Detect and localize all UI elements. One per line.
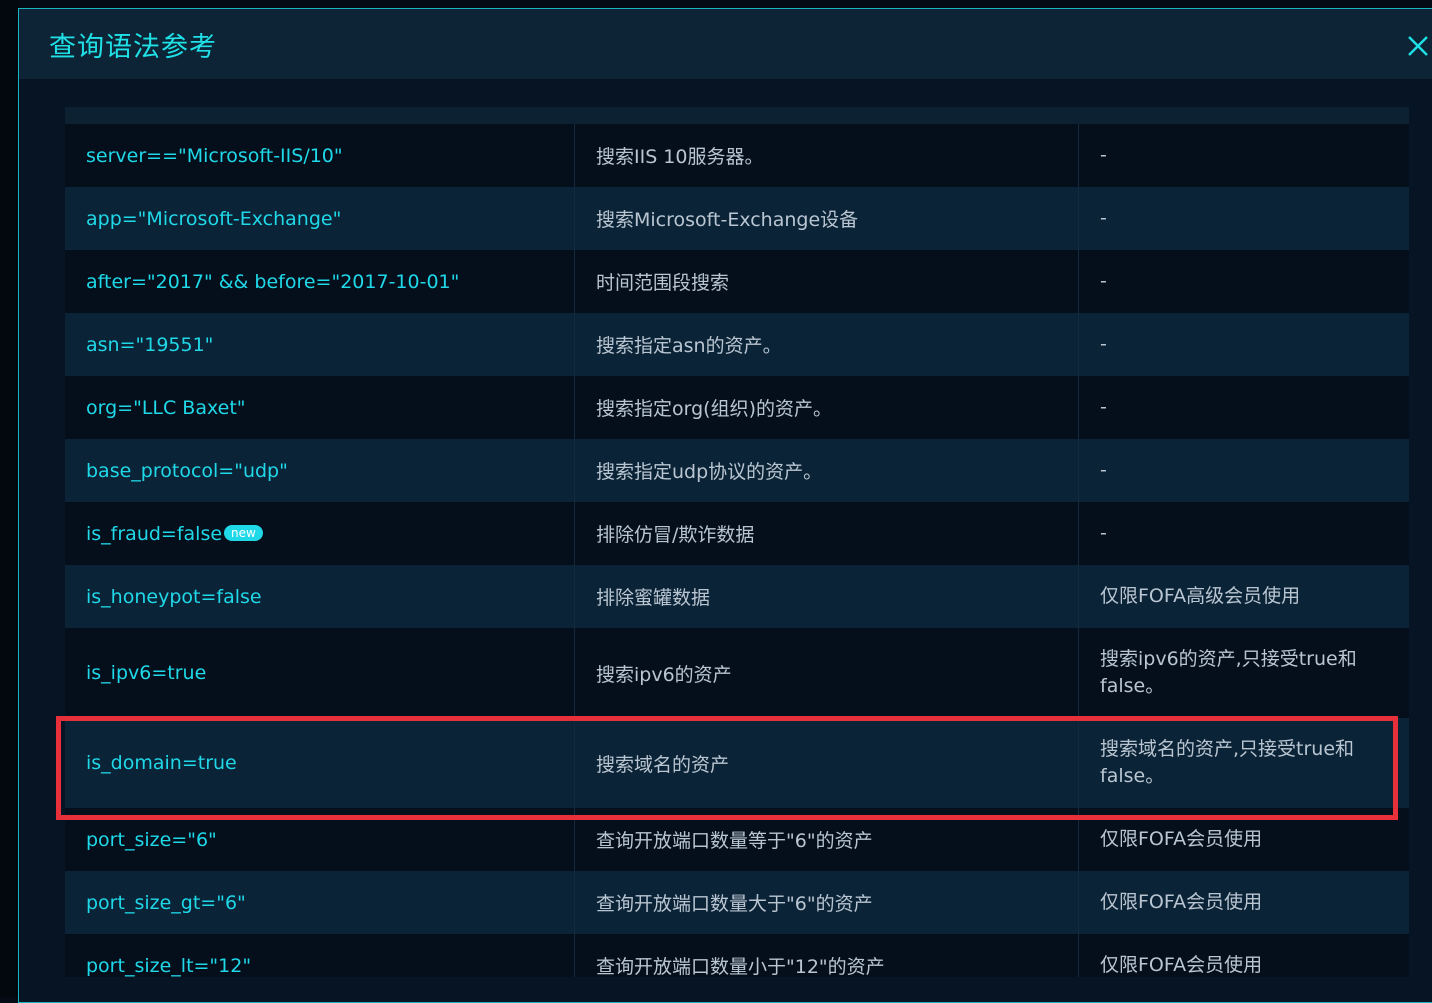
- table-row: is_ipv6=true 搜索ipv6的资产 搜索ipv6的资产,只接受true…: [65, 628, 1409, 718]
- description-cell: 排除仿冒/欺诈数据: [575, 502, 1079, 565]
- dialog-title: 查询语法参考: [49, 32, 217, 63]
- note-cell: 搜索ipv6的资产,只接受true和false。: [1100, 648, 1357, 697]
- table-row: app="Microsoft-Exchange" 搜索Microsoft-Exc…: [65, 187, 1409, 250]
- description-cell: 搜索IIS 10服务器。: [575, 124, 1079, 187]
- query-cell: is_ipv6=true: [65, 628, 575, 718]
- description-cell: 搜索域名的资产: [575, 718, 1079, 808]
- note-cell: -: [1100, 144, 1107, 166]
- table-row: is_domain=true 搜索域名的资产 搜索域名的资产,只接受true和f…: [65, 718, 1409, 808]
- query-text: is_honeypot=false: [86, 585, 262, 608]
- query-text: org="LLC Baxet": [86, 396, 246, 419]
- description-cell: 搜索ipv6的资产: [575, 628, 1079, 718]
- close-icon: [1408, 36, 1428, 56]
- query-cell: is_domain=true: [65, 718, 575, 808]
- note-cell: -: [1100, 333, 1107, 355]
- note-cell: 仅限FOFA高级会员使用: [1100, 585, 1301, 607]
- description-cell: 时间范围段搜索: [575, 250, 1079, 313]
- query-cell: port_size="6": [65, 808, 575, 871]
- note-cell: -: [1100, 207, 1107, 229]
- description-cell: 查询开放端口数量等于"6"的资产: [575, 808, 1079, 871]
- description-cell: 搜索指定org(组织)的资产。: [575, 376, 1079, 439]
- query-cell: org="LLC Baxet": [65, 376, 575, 439]
- query-cell: base_protocol="udp": [65, 439, 575, 502]
- table-row: is_fraud=false new 排除仿冒/欺诈数据 -: [65, 502, 1409, 565]
- note-cell: -: [1100, 522, 1107, 544]
- note-cell: 仅限FOFA会员使用: [1100, 954, 1263, 976]
- table-row: asn="19551" 搜索指定asn的资产。 -: [65, 313, 1409, 376]
- query-text: asn="19551": [86, 333, 214, 356]
- query-cell: port_size_lt="12": [65, 934, 575, 977]
- background-strip: [0, 0, 18, 997]
- description-cell: 排除蜜罐数据: [575, 565, 1079, 628]
- table-row: org="LLC Baxet" 搜索指定org(组织)的资产。 -: [65, 376, 1409, 439]
- table-row: after="2017" && before="2017-10-01" 时间范围…: [65, 250, 1409, 313]
- query-text: server=="Microsoft-IIS/10": [86, 144, 343, 167]
- query-cell: is_honeypot=false: [65, 565, 575, 628]
- query-text: app="Microsoft-Exchange": [86, 207, 342, 230]
- table-row: base_protocol="udp" 搜索指定udp协议的资产。 -: [65, 439, 1409, 502]
- table-row: port_size_gt="6" 查询开放端口数量大于"6"的资产 仅限FOFA…: [65, 871, 1409, 934]
- description-cell: 搜索Microsoft-Exchange设备: [575, 187, 1079, 250]
- close-button[interactable]: [1403, 31, 1432, 61]
- query-text: after="2017" && before="2017-10-01": [86, 270, 460, 293]
- query-text: is_domain=true: [86, 752, 237, 774]
- query-cell: app="Microsoft-Exchange": [65, 187, 575, 250]
- new-badge: new: [224, 524, 263, 541]
- dialog-header: 查询语法参考: [19, 9, 1432, 79]
- table-row: port_size_lt="12" 查询开放端口数量小于"12"的资产 仅限FO…: [65, 934, 1409, 977]
- note-cell: -: [1100, 459, 1107, 481]
- table-row: is_honeypot=false 排除蜜罐数据 仅限FOFA高级会员使用: [65, 565, 1409, 628]
- query-cell: server=="Microsoft-IIS/10": [65, 124, 575, 187]
- query-text: is_fraud=false: [86, 522, 223, 545]
- note-cell: 搜索域名的资产,只接受true和false。: [1100, 738, 1355, 787]
- note-cell: -: [1100, 270, 1107, 292]
- note-cell: 仅限FOFA会员使用: [1100, 828, 1263, 850]
- query-text: port_size_lt="12": [86, 954, 252, 977]
- query-text: port_size="6": [86, 828, 217, 851]
- table-row: port_size="6" 查询开放端口数量等于"6"的资产 仅限FOFA会员使…: [65, 808, 1409, 871]
- query-cell: is_fraud=false new: [65, 502, 575, 565]
- note-cell: 仅限FOFA会员使用: [1100, 891, 1263, 913]
- query-text: port_size_gt="6": [86, 891, 246, 914]
- table-top-strip: [65, 107, 1409, 124]
- query-cell: after="2017" && before="2017-10-01": [65, 250, 575, 313]
- description-cell: 搜索指定udp协议的资产。: [575, 439, 1079, 502]
- query-text: is_ipv6=true: [86, 662, 207, 684]
- syntax-reference-dialog: 查询语法参考 server=="Microsoft-IIS/10" 搜索IIS …: [18, 8, 1432, 1003]
- query-text: base_protocol="udp": [86, 459, 288, 482]
- query-cell: asn="19551": [65, 313, 575, 376]
- table-row: server=="Microsoft-IIS/10" 搜索IIS 10服务器。 …: [65, 124, 1409, 187]
- description-cell: 查询开放端口数量大于"6"的资产: [575, 871, 1079, 934]
- syntax-table: server=="Microsoft-IIS/10" 搜索IIS 10服务器。 …: [65, 107, 1409, 977]
- query-cell: port_size_gt="6": [65, 871, 575, 934]
- description-cell: 查询开放端口数量小于"12"的资产: [575, 934, 1079, 977]
- description-cell: 搜索指定asn的资产。: [575, 313, 1079, 376]
- note-cell: -: [1100, 396, 1107, 418]
